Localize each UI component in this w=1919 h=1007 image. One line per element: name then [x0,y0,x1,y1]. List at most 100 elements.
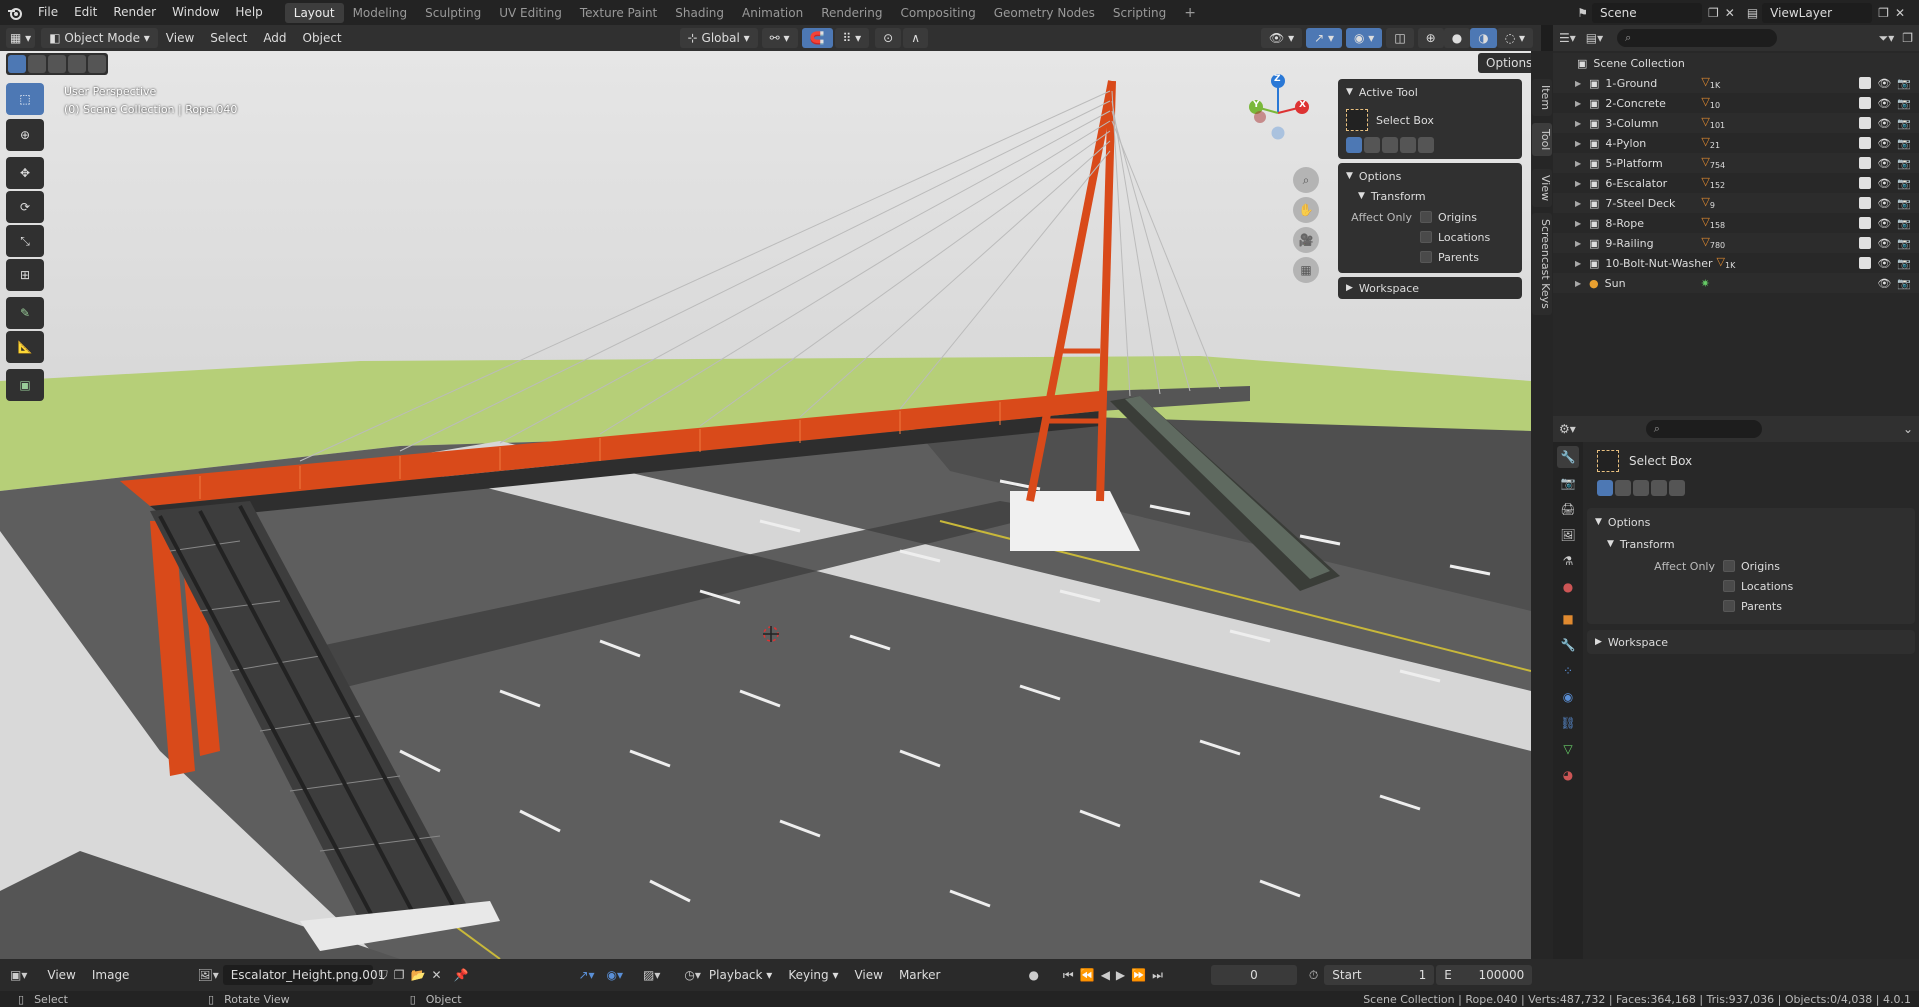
play-icon[interactable]: ▶ [1116,968,1125,982]
snap-toggle[interactable]: 🧲 [801,28,833,48]
expand-arrow-icon[interactable]: ▶ [1575,159,1587,168]
expand-arrow-icon[interactable]: ▶ [1575,259,1587,268]
perspective-grid-icon[interactable]: ▦ [1293,257,1319,283]
render-tab-icon[interactable]: 📷 [1557,472,1579,494]
parents-checkbox[interactable] [1420,251,1432,263]
visibility-eye-icon[interactable]: 👁 [1877,177,1891,190]
viewlayer-selector[interactable]: ▤ ViewLayer ❐ ✕ [1747,2,1905,23]
select-intersect-icon[interactable] [1669,480,1685,496]
expand-arrow-icon[interactable]: ▶ [1575,199,1587,208]
material-tab-icon[interactable]: ◕ [1557,764,1579,786]
transform-tool[interactable]: ⊞ [6,259,44,291]
tab-item[interactable]: Item [1532,79,1552,117]
tab-layout[interactable]: Layout [284,2,344,23]
modifier-tab-icon[interactable]: 🔧 [1557,634,1579,656]
options-header[interactable]: ▼ Options [1595,512,1907,532]
viewlayer-name[interactable]: ViewLayer [1762,2,1873,23]
chevron-down-icon[interactable]: ⌄ [1903,422,1913,436]
proportional-edit-toggle[interactable]: ⊙ [875,28,902,48]
visibility-eye-icon[interactable]: 👁 [1877,77,1891,90]
tab-compositing[interactable]: Compositing [891,3,984,23]
expand-arrow-icon[interactable]: ▶ [1575,79,1587,88]
scale-tool[interactable]: ⤡ [6,225,44,257]
select-extend-icon[interactable] [1364,137,1380,153]
select-box-tool[interactable]: ⬚ [6,83,44,115]
menu-keying[interactable]: Keying ▾ [780,962,846,988]
render-camera-icon[interactable]: 📷 [1897,97,1911,110]
display-channels-icon[interactable]: ▨▾ [643,968,660,982]
select-new-icon[interactable] [1346,137,1362,153]
add-workspace-icon[interactable]: + [1175,3,1205,23]
select-intersect-icon[interactable] [1418,137,1434,153]
output-tab-icon[interactable]: 🖨 [1557,498,1579,520]
editor-type-button[interactable]: ☰▾ [1559,31,1576,45]
next-keyframe-icon[interactable]: ⏩ [1131,968,1146,982]
world-tab-icon[interactable]: ● [1557,576,1579,598]
menu-render[interactable]: Render [105,0,164,25]
delete-scene-icon[interactable]: ✕ [1725,6,1735,20]
orientation-dropdown[interactable]: ⊹ Global ▾ [679,28,758,48]
pan-hand-icon[interactable]: ✋ [1293,197,1319,223]
navigation-gizmo[interactable]: Z X Y [1240,73,1320,153]
select-invert-icon[interactable] [1400,137,1416,153]
outliner-row-collection[interactable]: ▶ ▣ 8-Rope ▽158 👁 📷 [1553,213,1919,233]
data-tab-icon[interactable]: ▽ [1557,738,1579,760]
snap-target-dropdown[interactable]: ⠿ ▾ [834,28,870,48]
origins-checkbox[interactable] [1723,560,1735,572]
tab-modeling[interactable]: Modeling [344,3,417,23]
overlay-toggle[interactable]: ◉ ▾ [1346,28,1383,48]
new-viewlayer-icon[interactable]: ❐ [1878,6,1889,20]
visibility-eye-icon[interactable]: 👁 [1877,137,1891,150]
physics-tab-icon[interactable]: ◉ [1557,686,1579,708]
tab-screencast-keys[interactable]: Screencast Keys [1532,213,1552,315]
display-mode-button[interactable]: ▤▾ [1586,31,1603,45]
filter-icon[interactable]: ⏷▾ [1879,31,1895,46]
clock-icon[interactable]: ⏱ [1309,968,1318,983]
outliner-row-collection[interactable]: ▶ ▣ 9-Railing ▽780 👁 📷 [1553,233,1919,253]
play-reverse-icon[interactable]: ◀ [1101,968,1110,982]
tab-shading[interactable]: Shading [666,3,733,23]
exclude-checkbox[interactable] [1859,117,1872,129]
constraints-tab-icon[interactable]: ⛓ [1557,712,1579,734]
image-menu-image[interactable]: Image [84,962,138,988]
shading-material[interactable]: ◑ [1470,28,1497,48]
tab-texture-paint[interactable]: Texture Paint [571,3,666,23]
new-collection-icon[interactable]: ❐ [1902,31,1913,45]
outliner-row-collection[interactable]: ▶ ▣ 3-Column ▽101 👁 📷 [1553,113,1919,133]
exclude-checkbox[interactable] [1859,77,1872,89]
view-layer-tab-icon[interactable]: 🖼 [1557,524,1579,546]
particles-tab-icon[interactable]: ⁘ [1557,660,1579,682]
select-invert-icon[interactable] [1651,480,1667,496]
expand-arrow-icon[interactable]: ▶ [1575,119,1587,128]
exclude-checkbox[interactable] [1859,257,1872,269]
outliner-row-collection[interactable]: ▶ ▣ 4-Pylon ▽21 👁 📷 [1553,133,1919,153]
delete-viewlayer-icon[interactable]: ✕ [1895,6,1905,20]
expand-arrow-icon[interactable]: ▶ [1575,139,1587,148]
shading-rendered[interactable]: ◌ ▾ [1496,28,1533,48]
object-tab-icon[interactable]: ■ [1557,608,1579,630]
render-camera-icon[interactable]: 📷 [1897,177,1911,190]
exclude-checkbox[interactable] [1859,217,1872,229]
outliner-row-collection[interactable]: ▶ ▣ 1-Ground ▽1K 👁 📷 [1553,73,1919,93]
menu-select[interactable]: Select [202,25,255,51]
rotate-tool[interactable]: ⟳ [6,191,44,223]
render-camera-icon[interactable]: 📷 [1897,117,1911,130]
select-extend-icon[interactable] [28,55,46,73]
scene-collection-row[interactable]: ▣ Scene Collection [1553,53,1919,73]
image-browse-icon[interactable]: 🖼▾ [197,968,218,982]
record-icon[interactable]: ● [1028,968,1038,982]
outliner-search-input[interactable]: ⌕ [1617,29,1778,47]
scene-tab-icon[interactable]: ⚗ [1557,550,1579,572]
workspace-panel-header[interactable]: ▶ Workspace [1338,277,1522,299]
3d-viewport[interactable]: User Perspective (0) Scene Collection | … [0,51,1531,959]
menu-window[interactable]: Window [164,0,227,25]
outliner-row-collection[interactable]: ▶ ▣ 6-Escalator ▽152 👁 📷 [1553,173,1919,193]
outliner-row-collection[interactable]: ▶ ▣ 2-Concrete ▽10 👁 📷 [1553,93,1919,113]
pivot-dropdown[interactable]: ⚯ ▾ [761,28,798,48]
visibility-dropdown[interactable]: 👁 ▾ [1261,28,1303,48]
expand-arrow-icon[interactable]: ▶ [1575,219,1587,228]
render-camera-icon[interactable]: 📷 [1897,277,1911,290]
options-header[interactable]: ▼ Options [1346,167,1514,185]
render-camera-icon[interactable]: 📷 [1897,237,1911,250]
select-new-icon[interactable] [8,55,26,73]
